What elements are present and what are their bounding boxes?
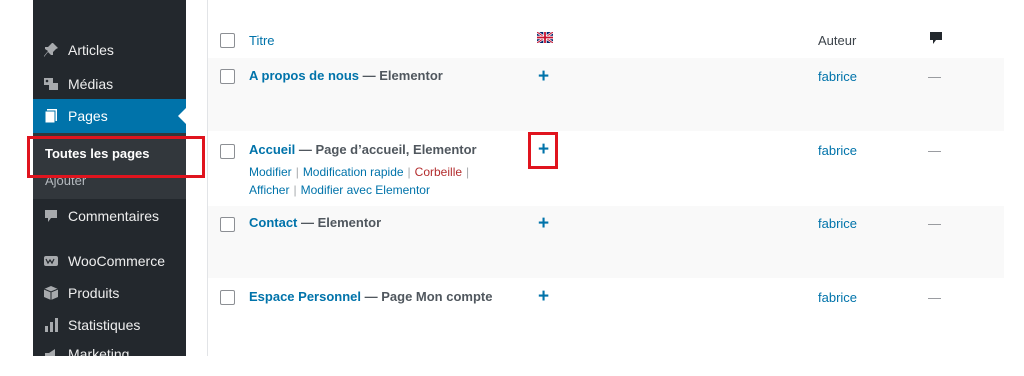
table-header: Titre Auteur <box>208 22 1004 59</box>
menu-label: Produits <box>68 285 120 301</box>
menu-item-stats[interactable]: Statistiques <box>33 308 186 342</box>
row-checkbox[interactable] <box>220 217 235 232</box>
add-translation-button[interactable]: + <box>538 67 549 86</box>
row-title: Accueil — Page d’accueil, Elementor <box>249 142 477 157</box>
add-translation-button[interactable]: + <box>538 214 549 233</box>
menu-item-products[interactable]: Produits <box>33 276 186 310</box>
menu-label: Statistiques <box>68 317 141 333</box>
add-translation-button[interactable]: + <box>538 287 549 306</box>
view-link[interactable]: Afficher <box>249 183 289 197</box>
trash-link[interactable]: Corbeille <box>415 165 462 179</box>
media-icon <box>42 75 60 93</box>
comment-icon <box>42 207 60 225</box>
menu-item-woocommerce[interactable]: WooCommerce <box>33 244 186 278</box>
highlight-add-translation <box>528 132 558 169</box>
page-state: — Elementor <box>359 68 443 83</box>
stats-icon <box>42 316 60 334</box>
row-author[interactable]: fabrice <box>818 143 857 158</box>
page-state: — Elementor <box>297 215 382 230</box>
page-state: — Page Mon compte <box>361 289 493 304</box>
menu-label: WooCommerce <box>68 253 165 269</box>
menu-item-articles[interactable]: Articles <box>33 33 186 67</box>
column-title-header[interactable]: Titre <box>249 33 275 48</box>
menu-label: Pages <box>68 108 108 124</box>
row-title: A propos de nous — Elementor <box>249 68 443 83</box>
menu-item-marketing[interactable]: Marketing <box>33 340 186 356</box>
products-icon <box>42 284 60 302</box>
row-checkbox[interactable] <box>220 290 235 305</box>
marketing-icon <box>42 346 60 356</box>
row-comments: — <box>928 69 941 84</box>
column-author-header: Auteur <box>818 33 857 48</box>
table-row: Espace Personnel — Page Mon compte + fab… <box>208 278 1004 356</box>
pin-icon <box>42 41 60 59</box>
row-actions-line1: Modifier | Modification rapide | Corbeille | <box>249 165 470 179</box>
menu-label: Commentaires <box>68 208 160 224</box>
row-author[interactable]: fabrice <box>818 216 857 231</box>
quick-edit-link[interactable]: Modification rapide <box>303 165 404 179</box>
row-title: Espace Personnel — Page Mon compte <box>249 289 492 304</box>
menu-label: Médias <box>68 76 114 92</box>
row-actions-line2: Afficher | Modifier avec Elementor <box>249 183 430 197</box>
uk-flag-icon <box>536 30 554 48</box>
page-title-link[interactable]: A propos de nous <box>249 68 359 83</box>
select-all-checkbox[interactable] <box>220 33 235 48</box>
table-row: A propos de nous — Elementor + fabrice — <box>208 58 1004 131</box>
row-title: Contact — Elementor <box>249 215 381 230</box>
row-comments: — <box>928 290 941 305</box>
menu-item-comments[interactable]: Commentaires <box>33 199 186 233</box>
admin-sidebar: Articles Médias Pages Toutes les pages A… <box>33 0 186 356</box>
woo-icon <box>42 252 60 270</box>
row-author[interactable]: fabrice <box>818 290 857 305</box>
highlight-all-pages <box>27 136 205 178</box>
table-row: Accueil — Page d’accueil, Elementor Modi… <box>208 131 1004 206</box>
comment-bubble-icon[interactable] <box>929 31 943 50</box>
row-comments: — <box>928 216 941 231</box>
menu-label: Articles <box>68 42 114 58</box>
row-checkbox[interactable] <box>220 69 235 84</box>
edit-link[interactable]: Modifier <box>249 165 292 179</box>
menu-item-medias[interactable]: Médias <box>33 67 186 101</box>
page-title-link[interactable]: Contact <box>249 215 297 230</box>
row-author[interactable]: fabrice <box>818 69 857 84</box>
table-row: Contact — Elementor + fabrice — <box>208 206 1004 278</box>
row-comments: — <box>928 143 941 158</box>
menu-item-pages[interactable]: Pages <box>33 99 186 133</box>
edit-elementor-link[interactable]: Modifier avec Elementor <box>301 183 430 197</box>
row-checkbox[interactable] <box>220 144 235 159</box>
page-title-link[interactable]: Espace Personnel <box>249 289 361 304</box>
pages-icon <box>42 107 60 125</box>
page-state: — Page d’accueil, Elementor <box>295 142 477 157</box>
menu-label: Marketing <box>68 346 130 356</box>
page-title-link[interactable]: Accueil <box>249 142 295 157</box>
